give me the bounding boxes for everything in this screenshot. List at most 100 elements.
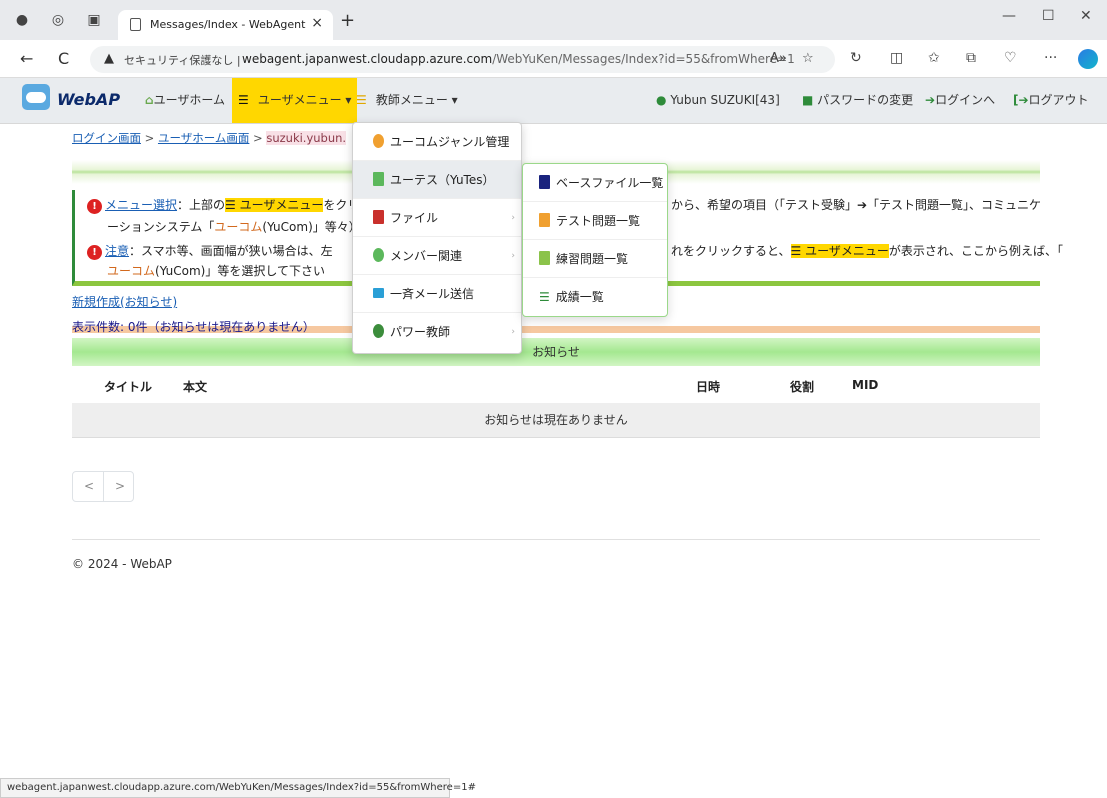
prev-page-button[interactable]: < [84, 479, 94, 493]
file-icon [373, 210, 384, 224]
cloud-logo-icon[interactable] [22, 84, 50, 110]
tab-title: Messages/Index - WebAgent [150, 18, 306, 31]
minimize-icon[interactable]: — [1002, 8, 1016, 24]
menu-item-file[interactable]: ファイル › [353, 199, 521, 237]
home-icon: ⌂ [145, 93, 154, 107]
breadcrumb-current: suzuki.yubun. [266, 131, 347, 145]
alert-icon: ! [87, 245, 102, 260]
list-icon: ☰ [356, 93, 367, 107]
table-row: お知らせは現在ありません [72, 403, 1040, 438]
submenu-caret-icon: › [511, 251, 515, 261]
back-icon[interactable]: ← [20, 49, 33, 68]
copilot-icon[interactable] [1078, 49, 1098, 69]
col-title: タイトル [104, 380, 153, 394]
security-label: セキュリティ保護なし | [124, 54, 241, 67]
workspaces-icon[interactable]: ◎ [50, 12, 66, 28]
browser-tab[interactable]: Messages/Index - WebAgent × [118, 10, 333, 40]
read-aloud-icon[interactable]: A» [770, 51, 787, 66]
submenu-item-base-files[interactable]: ベースファイル一覧 [523, 164, 667, 202]
info-line-menu-cont: から、希望の項目（「テスト受験」➔「テスト問題一覧」、コミュニケ [671, 198, 1042, 212]
warning-icon: ▲ [104, 51, 114, 66]
address-bar[interactable]: ▲ セキュリティ保護なし | webagent.japanwest.clouda… [90, 46, 835, 73]
handshake-icon [373, 134, 384, 148]
footer-copyright: © 2024 - WebAP [72, 557, 172, 571]
yucom-label: ユーコム [214, 220, 263, 234]
user-icon: ● [656, 93, 667, 107]
browser-essentials-icon[interactable]: ♡ [1004, 50, 1017, 66]
split-screen-icon[interactable]: ◫ [890, 50, 903, 66]
envelope-icon [373, 288, 384, 298]
info-line-yucom: ーションシステム「ユーコム(YuCom)」等々） [107, 220, 361, 234]
tab-close-icon[interactable]: × [311, 15, 323, 31]
user-menu-highlight: ☰ ユーザメニュー [225, 198, 324, 212]
browser-titlebar: ● ◎ ▣ Messages/Index - WebAgent × + — ☐ … [0, 0, 1107, 40]
page-icon [130, 18, 141, 31]
reload-icon[interactable]: C [58, 49, 69, 68]
yutes-submenu: ベースファイル一覧 テスト問題一覧 練習問題一覧 ☰ 成績一覧 [522, 163, 668, 317]
breadcrumb-user-home-link[interactable]: ユーザホーム画面 [158, 131, 249, 145]
submenu-item-grades[interactable]: ☰ 成績一覧 [523, 278, 667, 316]
maximize-icon[interactable]: ☐ [1042, 8, 1055, 24]
menu-item-bulk-mail[interactable]: 一斉メール送信 [353, 275, 521, 313]
submenu-item-practice-questions[interactable]: 練習問題一覧 [523, 240, 667, 278]
app-navbar: WebAP ⌂ユーザホーム ☰ ユーザメニュー ▾ ☰ 教師メニュー ▾ ● Y… [0, 78, 1107, 124]
menu-item-members[interactable]: メンバー関連 › [353, 237, 521, 275]
menu-item-yutes[interactable]: ユーテス（YuTes） [353, 161, 521, 199]
file-icon [539, 175, 550, 189]
col-mid: MID [852, 378, 879, 392]
new-tab-button[interactable]: + [340, 10, 355, 31]
breadcrumb-login-link[interactable]: ログイン画面 [72, 131, 141, 145]
col-role: 役割 [790, 380, 815, 394]
caret-down-icon: ▾ [451, 93, 458, 107]
caret-down-icon: ▾ [345, 93, 352, 107]
list-icon: ☰ [238, 93, 249, 107]
close-window-icon[interactable]: ✕ [1080, 8, 1092, 24]
breadcrumb: ログイン画面 > ユーザホーム画面 > suzuki.yubun. [72, 131, 347, 145]
user-power-icon [373, 324, 384, 338]
display-count: 表示件数: 0件（お知らせは現在ありません） [72, 320, 315, 334]
refresh-extension-icon[interactable]: ↻ [850, 50, 862, 66]
teacher-menu-toggle[interactable]: ☰ 教師メニュー ▾ [356, 78, 458, 123]
change-password-link[interactable]: ■ パスワードの変更 [802, 78, 913, 123]
users-icon [373, 248, 384, 262]
profile-icon[interactable]: ● [14, 12, 30, 28]
new-notice-link[interactable]: 新規作成(お知らせ) [72, 293, 177, 310]
favorites-icon[interactable]: ✩ [928, 50, 940, 66]
table-header: タイトル 本文 日時 役割 MID [72, 372, 1040, 400]
brand-link[interactable]: WebAP [57, 90, 120, 109]
info-line-select: ユーコム(YuCom)」等を選択して下さい [107, 264, 325, 278]
pager: < > [72, 471, 134, 502]
next-page-button[interactable]: > [115, 479, 125, 493]
file-icon [539, 251, 550, 265]
menu-item-power-teacher[interactable]: パワー教師 › [353, 313, 521, 351]
menu-select-link[interactable]: メニュー選択 [105, 198, 177, 212]
submenu-caret-icon: › [511, 327, 515, 337]
user-home-link[interactable]: ⌂ユーザホーム [145, 78, 225, 123]
tab-actions-icon[interactable]: ▣ [86, 12, 102, 28]
browser-toolbar: ← C ▲ セキュリティ保護なし | webagent.japanwest.cl… [0, 40, 1107, 78]
logout-icon: [➔ [1013, 93, 1029, 107]
status-bar-url: webagent.japanwest.cloudapp.azure.com/We… [0, 778, 476, 798]
user-menu-toggle[interactable]: ☰ ユーザメニュー ▾ [232, 78, 358, 123]
teacher-menu-dropdown: ユーコムジャンル管理 ユーテス（YuTes） ファイル › メンバー関連 › 一斉メ… [352, 122, 522, 354]
user-menu-highlight: ☰ ユーザメニュー [790, 244, 889, 258]
more-icon[interactable]: ··· [1044, 50, 1057, 66]
user-profile-link[interactable]: ● Yubun SUZUKI[43] [656, 78, 780, 123]
submenu-item-test-questions[interactable]: テスト問題一覧 [523, 202, 667, 240]
list-icon: ☰ [539, 290, 550, 304]
col-body: 本文 [183, 380, 208, 394]
info-line-menu: ! メニュー選択：上部の☰ ユーザメニューをクリ [87, 196, 359, 214]
submenu-caret-icon: › [511, 213, 515, 223]
login-link[interactable]: ➔ログインへ [925, 78, 995, 123]
footer-divider [72, 539, 1040, 540]
logout-link[interactable]: [➔ログアウト [1013, 78, 1089, 123]
note-link[interactable]: 注意 [105, 244, 129, 258]
login-icon: ➔ [925, 93, 936, 107]
collections-icon[interactable]: ⧉ [966, 50, 976, 66]
bookmark-icon [373, 172, 384, 186]
url-text: webagent.japanwest.cloudapp.azure.com/We… [242, 52, 795, 66]
menu-item-yucom-genre[interactable]: ユーコムジャンル管理 [353, 123, 521, 161]
info-line-note: ! 注意：スマホ等、画面幅が狭い場合は、左 [87, 242, 333, 260]
favorite-star-icon[interactable]: ☆ [802, 51, 814, 66]
col-date: 日時 [696, 380, 721, 394]
